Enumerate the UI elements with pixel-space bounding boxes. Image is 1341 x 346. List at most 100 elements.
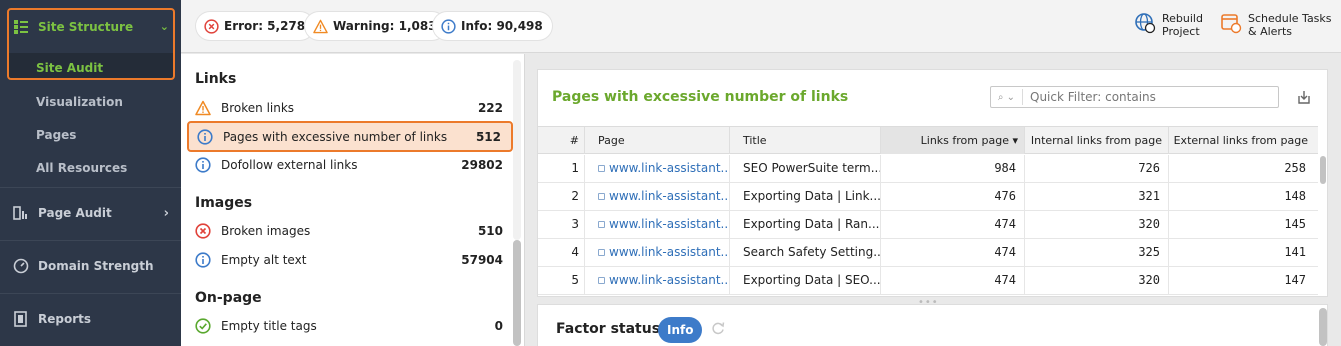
table-row[interactable]: 3 www.link-assistant... Exporting Data | R… <box>538 211 1318 239</box>
lock-icon <box>598 221 605 228</box>
cell-n: 2 <box>571 189 579 203</box>
sidebar-item-page-audit[interactable]: Page Audit › <box>0 200 181 226</box>
info-icon <box>197 128 213 145</box>
cell-page[interactable]: www.link-assistant... <box>584 267 729 294</box>
info-icon <box>441 18 456 34</box>
sort-desc-icon: ▾ <box>1012 134 1018 147</box>
error-count-label: Error: 5,278 <box>224 19 306 33</box>
schedule-label-line2: & Alerts <box>1248 25 1292 38</box>
cell-links: 474 <box>880 267 1024 294</box>
issues-scrollbar[interactable] <box>513 240 521 346</box>
page-url-link[interactable]: www.link-assistant... <box>609 273 729 287</box>
info-count-badge[interactable]: Info: 90,498 <box>433 12 552 40</box>
issue-empty-title-tags[interactable]: Empty title tags 0 <box>187 312 513 340</box>
column-header-number[interactable]: # <box>538 127 584 154</box>
sidebar-item-pages[interactable]: Pages <box>36 128 76 142</box>
globe-refresh-icon <box>1135 13 1156 34</box>
table-row[interactable]: 1 www.link-assistant... SEO PowerSuite ter… <box>538 155 1318 183</box>
gauge-icon <box>12 257 30 275</box>
quick-filter-placeholder: Quick Filter: contains <box>1030 90 1156 104</box>
cell-links: 474 <box>880 211 1024 238</box>
page-url-link[interactable]: www.link-assistant... <box>609 189 729 203</box>
column-header-page[interactable]: Page <box>584 127 729 154</box>
cell-internal: 325 <box>1024 239 1168 266</box>
table-header: # Page Title Links from page ▾ Internal … <box>538 126 1318 154</box>
quick-filter-input[interactable]: ⌕ ⌄ Quick Filter: contains <box>990 86 1279 108</box>
issue-count: 57904 <box>461 253 503 267</box>
column-header-internal-links[interactable]: Internal links from page <box>1024 127 1168 154</box>
reports-icon <box>12 310 30 328</box>
cell-internal: 726 <box>1024 155 1168 182</box>
cell-page[interactable]: www.link-assistant... <box>584 155 729 182</box>
cell-internal: 320 <box>1024 267 1168 294</box>
warning-count-badge[interactable]: Warning: 1,083 <box>305 12 446 40</box>
column-header-links-from-page[interactable]: Links from page ▾ <box>880 127 1024 154</box>
cell-page[interactable]: www.link-assistant... <box>584 211 729 238</box>
table-row[interactable]: 4 www.link-assistant... Search Safety Sett… <box>538 239 1318 267</box>
details-panel: Pages with excessive number of links ⌕ ⌄… <box>537 69 1328 308</box>
rebuild-project-button[interactable]: Rebuild Project <box>1134 12 1203 38</box>
info-count-label: Info: 90,498 <box>461 19 543 33</box>
cell-page[interactable]: www.link-assistant... <box>584 183 729 210</box>
warning-icon <box>313 19 328 33</box>
issue-broken-links[interactable]: Broken links 222 <box>187 94 513 122</box>
issue-empty-alt[interactable]: Empty alt text 57904 <box>187 246 513 274</box>
sidebar-item-all-resources[interactable]: All Resources <box>36 161 127 175</box>
cell-external: 258 <box>1168 155 1318 182</box>
cell-n: 4 <box>571 245 579 259</box>
group-title-on-page: On-page <box>195 290 262 306</box>
factor-status-label: Factor status: <box>556 321 666 337</box>
issue-broken-images[interactable]: Broken images 510 <box>187 217 513 245</box>
refresh-icon[interactable] <box>710 320 726 336</box>
lock-icon <box>598 249 605 256</box>
rebuild-label-line2: Project <box>1162 25 1200 38</box>
sidebar-divider <box>0 240 181 241</box>
error-count-badge[interactable]: Error: 5,278 <box>196 12 315 40</box>
cell-title: Search Safety Setting... <box>729 239 880 266</box>
rebuild-label-line1: Rebuild <box>1162 12 1203 25</box>
info-icon <box>195 157 211 173</box>
issue-label: Broken images <box>221 224 311 238</box>
issue-label: Pages with excessive number of links <box>223 129 448 144</box>
error-icon <box>195 223 211 239</box>
check-circle-icon <box>195 318 211 334</box>
factor-status-panel: Factor status: Info <box>537 304 1328 346</box>
sidebar: Site Structure ⌄ Site Audit Visualizatio… <box>0 0 181 346</box>
issue-dofollow-external[interactable]: Dofollow external links 29802 <box>187 151 513 179</box>
issue-label: Broken links <box>221 101 295 115</box>
issue-excessive-links[interactable]: Pages with excessive number of links 512 <box>187 121 513 152</box>
cell-title: Exporting Data | SEO... <box>729 267 880 294</box>
cell-page[interactable]: www.link-assistant... <box>584 239 729 266</box>
site-structure-focus-outline <box>7 8 175 80</box>
group-title-images: Images <box>195 195 253 211</box>
details-scrollbar[interactable] <box>1319 308 1327 346</box>
table-row[interactable]: 5 www.link-assistant... Exporting Data | S… <box>538 267 1318 295</box>
search-icon[interactable]: ⌕ ⌄ <box>991 89 1023 105</box>
schedule-tasks-button[interactable]: Schedule Tasks & Alerts <box>1220 12 1332 38</box>
calendar-clock-icon <box>1221 14 1242 34</box>
cell-links: 476 <box>880 183 1024 210</box>
export-icon[interactable] <box>1295 88 1313 106</box>
chevron-right-icon: › <box>163 205 169 221</box>
cell-title: Exporting Data | Link... <box>729 183 880 210</box>
cell-n: 1 <box>571 161 579 175</box>
page-url-link[interactable]: www.link-assistant... <box>609 161 729 175</box>
cell-links: 984 <box>880 155 1024 182</box>
issues-scroll-track[interactable] <box>513 60 521 240</box>
details-title: Pages with excessive number of links <box>552 89 849 105</box>
sidebar-item-visualization[interactable]: Visualization <box>36 95 123 109</box>
column-header-title[interactable]: Title <box>729 127 880 154</box>
sidebar-item-domain-strength[interactable]: Domain Strength <box>0 253 181 279</box>
cell-n: 3 <box>571 217 579 231</box>
table-scrollbar[interactable] <box>1320 156 1326 184</box>
column-header-external-links[interactable]: External links from page <box>1168 127 1318 154</box>
column-header-label: Links from page <box>920 134 1009 147</box>
cell-internal: 321 <box>1024 183 1168 210</box>
table-row[interactable]: 2 www.link-assistant... Exporting Data | L… <box>538 183 1318 211</box>
issues-panel: Links Broken links 222 Pages with excess… <box>181 54 525 346</box>
sidebar-item-reports[interactable]: Reports <box>0 306 181 332</box>
page-url-link[interactable]: www.link-assistant... <box>609 245 729 259</box>
page-url-link[interactable]: www.link-assistant... <box>609 217 729 231</box>
factor-status-badge[interactable]: Info <box>658 317 703 343</box>
info-icon <box>195 252 211 268</box>
